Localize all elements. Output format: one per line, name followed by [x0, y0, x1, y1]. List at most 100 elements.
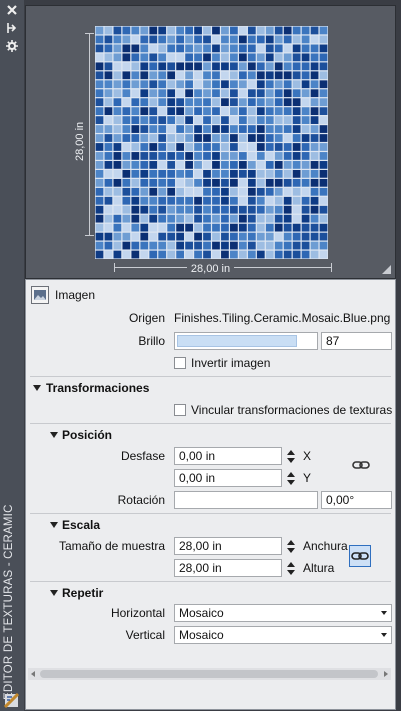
scale-collapse-arrow-icon[interactable] — [50, 522, 58, 528]
mosaic-tile — [238, 134, 247, 142]
mosaic-tile — [319, 161, 328, 169]
mosaic-tile — [140, 178, 149, 187]
rotation-slider[interactable] — [174, 491, 318, 509]
mosaic-tile — [212, 98, 220, 107]
mosaic-tile — [95, 143, 104, 151]
transforms-collapse-arrow-icon[interactable] — [33, 385, 41, 391]
mosaic-tile — [230, 107, 238, 116]
mosaic-tile — [292, 80, 301, 89]
position-section-header[interactable]: Posición — [62, 426, 112, 444]
scroll-left-icon[interactable] — [31, 671, 35, 677]
horizontal-repeat-dropdown[interactable]: Mosaico — [174, 604, 392, 622]
scroll-right-icon[interactable] — [384, 671, 388, 677]
sample-height-spinner[interactable] — [284, 559, 298, 577]
mosaic-tile — [230, 241, 238, 250]
mosaic-tile — [212, 241, 220, 250]
mosaic-tile — [158, 169, 167, 178]
invert-image-label: Invertir imagen — [191, 356, 271, 370]
invert-image-checkbox[interactable] — [174, 357, 186, 369]
mosaic-tile — [265, 214, 274, 223]
offset-y-spinner[interactable] — [284, 469, 298, 487]
horizontal-scrollbar[interactable] — [28, 668, 391, 680]
mosaic-tile — [319, 205, 328, 214]
mosaic-tile — [319, 152, 328, 160]
source-value[interactable]: Finishes.Tiling.Ceramic.Mosaic.Blue.png — [174, 309, 392, 327]
mosaic-tile — [247, 196, 256, 205]
mosaic-tile — [247, 134, 256, 142]
offset-x-input[interactable]: 0,00 in — [174, 447, 282, 465]
mosaic-tile — [167, 53, 176, 62]
settings-icon[interactable] — [4, 40, 20, 56]
mosaic-tile — [122, 44, 131, 53]
sample-height-input[interactable]: 28,00 in — [174, 559, 282, 577]
scrollbar-thumb[interactable] — [40, 670, 378, 678]
mosaic-tile — [265, 44, 274, 53]
scale-section-header[interactable]: Escala — [62, 516, 100, 534]
mosaic-tile — [104, 98, 113, 107]
mosaic-tile — [212, 80, 220, 89]
mosaic-tile — [292, 205, 301, 214]
divider — [30, 376, 391, 377]
mosaic-tile — [310, 80, 319, 89]
mosaic-tile — [95, 71, 104, 80]
mosaic-tile — [122, 250, 131, 259]
mosaic-tile — [185, 89, 193, 98]
brightness-input[interactable]: 87 — [321, 332, 392, 350]
mosaic-tile — [319, 26, 328, 35]
repeat-collapse-arrow-icon[interactable] — [50, 590, 58, 596]
lock-aspect-chain-icon[interactable] — [349, 545, 371, 567]
image-thumbnail-icon[interactable] — [31, 286, 49, 304]
mosaic-tile — [265, 152, 274, 160]
mosaic-tile — [319, 214, 328, 223]
height-dimension-line — [85, 33, 94, 236]
mosaic-tile — [149, 107, 158, 116]
transforms-section-header[interactable]: Transformaciones — [46, 379, 149, 397]
offset-y-input[interactable]: 0,00 in — [174, 469, 282, 487]
mosaic-tile — [149, 53, 158, 62]
rotation-input[interactable]: 0,00° — [321, 491, 392, 509]
link-transforms-checkbox[interactable] — [174, 404, 186, 416]
vertical-repeat-dropdown[interactable]: Mosaico — [174, 626, 392, 644]
mosaic-tile — [194, 80, 202, 89]
mosaic-tile — [310, 241, 319, 250]
close-icon[interactable] — [4, 4, 20, 20]
mosaic-tile — [265, 223, 274, 232]
resize-grip-icon[interactable] — [382, 265, 391, 274]
brightness-slider[interactable] — [174, 332, 318, 350]
mosaic-tile — [221, 152, 229, 160]
mosaic-tile — [301, 152, 310, 160]
mosaic-tile — [149, 143, 158, 151]
mosaic-tile — [140, 98, 149, 107]
mosaic-tile — [149, 152, 158, 160]
link-offset-chain-icon[interactable] — [352, 459, 370, 471]
pin-icon[interactable] — [4, 22, 20, 38]
mosaic-tile — [194, 44, 202, 53]
mosaic-tile — [256, 250, 265, 259]
mosaic-tile — [149, 35, 158, 44]
repeat-section-header[interactable]: Repetir — [62, 584, 103, 602]
mosaic-tile — [122, 125, 131, 133]
sample-width-spinner[interactable] — [284, 537, 298, 555]
source-label: Origen — [128, 311, 165, 325]
mosaic-tile — [212, 152, 220, 160]
mosaic-tile — [185, 116, 193, 124]
mosaic-tile — [310, 143, 319, 151]
texture-editor-icon[interactable] — [3, 692, 20, 709]
mosaic-tile — [122, 80, 131, 89]
mosaic-tile — [185, 62, 193, 71]
mosaic-tile — [185, 71, 193, 80]
mosaic-tile — [283, 250, 292, 259]
mosaic-tile — [149, 250, 158, 259]
mosaic-tile — [113, 71, 122, 80]
mosaic-tile — [221, 223, 229, 232]
mosaic-tile — [167, 143, 176, 151]
position-collapse-arrow-icon[interactable] — [50, 432, 58, 438]
offset-x-spinner[interactable] — [284, 447, 298, 465]
mosaic-tile — [283, 89, 292, 98]
mosaic-tile — [274, 161, 283, 169]
mosaic-tile — [158, 89, 167, 98]
mosaic-tile — [310, 26, 319, 35]
mosaic-tile — [140, 152, 149, 160]
sample-width-input[interactable]: 28,00 in — [174, 537, 282, 555]
mosaic-tile — [113, 152, 122, 160]
